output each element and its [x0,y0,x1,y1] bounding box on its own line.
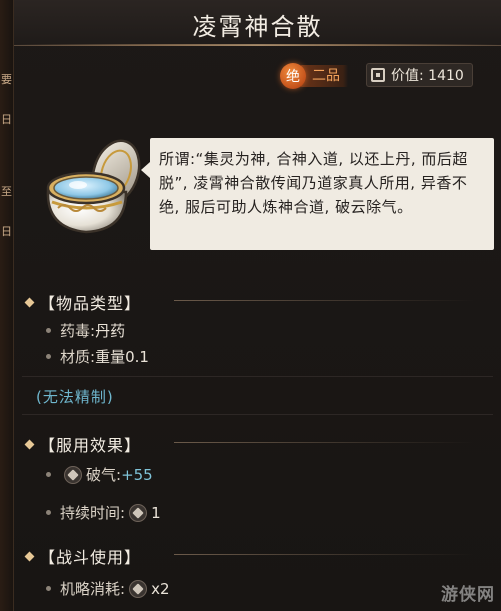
refine-note: (无法精制) [36,388,114,406]
title-bar: 凌霄神合散 [14,0,501,46]
price-text: 价值: 1410 [391,68,464,84]
attribute-value: 丹药 [95,322,126,340]
section-battle: 【战斗使用】 [24,544,145,568]
edge-char: 日 [1,225,12,238]
edge-char: 至 [1,185,12,198]
divider [22,414,493,415]
attribute-label: 材质: [60,348,96,366]
attribute-value: 重量0.1 [95,348,149,366]
effect-value: +55 [121,465,153,484]
diamond-bullet-icon [24,551,35,561]
divider [22,376,493,377]
diamond-bullet-icon [24,297,35,307]
section-title: 【物品类型】 [39,294,142,313]
bullet-dot [46,328,51,333]
bullet-dot [46,510,51,515]
break-qi-icon [64,465,82,484]
quality-grade: 二品 [300,65,348,87]
section-divider [174,554,474,555]
section-divider [174,300,474,301]
battle-value: x2 [151,579,170,598]
attribute-row: 材质: 重量0.1 [46,346,149,367]
effect-row: 破气: +55 [46,464,153,485]
watermark-logo: 游侠网 [441,585,495,605]
effect-label: 破气: [86,466,122,484]
quality-indicator: 绝 二品 [280,63,348,89]
medicine-jar-icon [46,139,141,234]
section-effect: 【服用效果】 [24,432,145,456]
diamond-bullet-icon [24,439,35,449]
battle-label: 机略消耗: [60,580,126,598]
duration-icon [129,503,148,522]
bullet-dot [46,472,51,477]
section-item-type: 【物品类型】 [24,290,145,314]
bullet-dot [46,586,51,591]
left-edge-strip: 要 日 至 日 [0,0,14,611]
price-tag: 价值: 1410 [366,63,473,87]
coin-icon [371,68,385,82]
section-title: 【战斗使用】 [39,548,142,567]
item-name: 凌霄神合散 [192,13,323,41]
quality-badge-icon: 绝 [280,63,306,89]
bullet-dot [46,354,51,359]
effect-value: 1 [151,503,161,522]
section-title: 【服用效果】 [39,436,142,455]
item-description: 所谓:“集灵为神, 合神入道, 以还上丹, 而后超脱”, 凌霄神合散传闻乃道家真… [159,150,468,216]
edge-char: 要 [1,73,12,86]
section-divider [174,442,474,443]
item-tooltip-panel: 凌霄神合散 绝 二品 价值: 1410 所谓:“集灵为神, 合神入道, 以还上丹… [14,0,501,611]
description-box: 所谓:“集灵为神, 合神入道, 以还上丹, 而后超脱”, 凌霄神合散传闻乃道家真… [141,138,494,250]
strategy-icon [129,579,148,598]
battle-row: 机略消耗: x2 [46,578,169,599]
effect-row: 持续时间: 1 [46,502,161,523]
attribute-row: 药毒: 丹药 [46,320,125,341]
title-divider [14,44,501,46]
attribute-label: 药毒: [60,322,96,340]
edge-char: 日 [1,113,12,126]
effect-label: 持续时间: [60,504,126,522]
